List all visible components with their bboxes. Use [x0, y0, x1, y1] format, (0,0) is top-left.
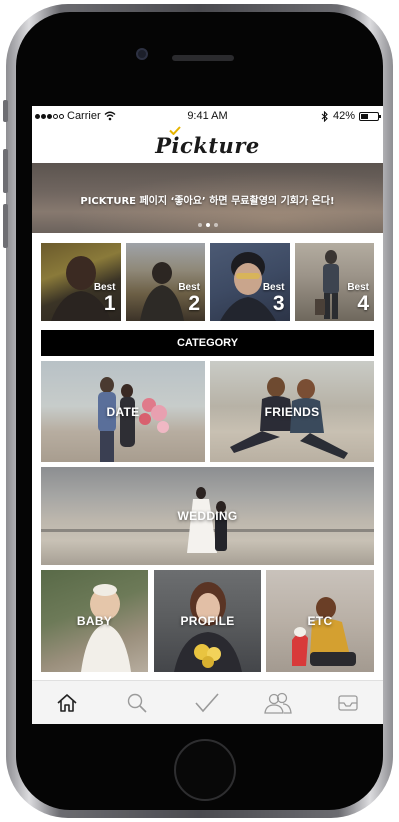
- battery-percent: 42%: [332, 110, 355, 122]
- status-right: 42%: [321, 110, 381, 122]
- tab-bar: [32, 680, 383, 724]
- best-rank: 4: [357, 292, 369, 315]
- category-profile[interactable]: PROFILE: [154, 570, 261, 672]
- page-dot[interactable]: [213, 223, 218, 227]
- category-etc[interactable]: ETC: [266, 570, 374, 672]
- category-baby[interactable]: BABY: [41, 570, 148, 672]
- app-screen: Carrier 9:41 AM 42% Pickture PICKTURE 페이…: [32, 106, 383, 724]
- best-photo-3[interactable]: Best 3: [210, 243, 290, 321]
- earpiece-speaker: [172, 55, 234, 61]
- status-bar: Carrier 9:41 AM 42%: [32, 106, 383, 126]
- battery-icon: [359, 111, 381, 121]
- banner-text: PICKTURE 페이지 ‘좋아요’ 하면 무료촬영의 기회가 온다!: [80, 196, 335, 207]
- category-label: PROFILE: [180, 614, 235, 628]
- volume-down-button: [3, 204, 8, 248]
- promo-banner[interactable]: PICKTURE 페이지 ‘좋아요’ 하면 무료촬영의 기회가 온다!: [32, 163, 383, 233]
- bluetooth-icon: [321, 110, 328, 122]
- best-photo-2[interactable]: Best 2: [125, 243, 205, 321]
- category-label: WEDDING: [177, 509, 238, 523]
- check-icon: [195, 692, 220, 712]
- logo-check-icon: [169, 126, 181, 135]
- mute-switch: [3, 100, 8, 122]
- best-photo-1[interactable]: Best 1: [41, 243, 121, 321]
- best-photo-4[interactable]: Best 4: [294, 243, 374, 321]
- category-label: FRIENDS: [264, 404, 320, 419]
- front-camera: [136, 48, 148, 60]
- category-label: DATE: [106, 404, 140, 419]
- tab-inbox[interactable]: [328, 687, 368, 719]
- category-label: BABY: [76, 614, 113, 628]
- category-wedding[interactable]: WEDDING: [41, 467, 374, 565]
- best-rank: 1: [103, 292, 116, 315]
- home-button[interactable]: [174, 739, 236, 801]
- app-logo[interactable]: Pickture: [155, 126, 260, 158]
- tab-people[interactable]: [258, 687, 298, 719]
- tab-pick[interactable]: [187, 687, 227, 719]
- best-rank: 2: [188, 292, 200, 315]
- tab-home[interactable]: [47, 687, 87, 719]
- device-mockup: Carrier 9:41 AM 42% Pickture PICKTURE 페이…: [0, 0, 399, 822]
- page-dot[interactable]: [205, 223, 210, 227]
- logo-text: Pickture: [155, 133, 260, 158]
- page-dot[interactable]: [197, 223, 202, 227]
- category-friends[interactable]: FRIENDS: [210, 361, 374, 462]
- tab-search[interactable]: [117, 687, 157, 719]
- search-icon: [128, 693, 147, 713]
- app-header: Pickture: [32, 126, 383, 163]
- people-icon: [263, 692, 292, 714]
- best-photos-row: Best 1 Best 2 Best 3 Best 4: [41, 243, 374, 321]
- banner-page-indicator: [32, 223, 383, 227]
- best-rank: 3: [272, 292, 285, 315]
- home-icon: [57, 693, 77, 712]
- volume-up-button: [3, 149, 8, 193]
- category-label: ETC: [307, 614, 333, 628]
- category-header: CATEGORY: [41, 330, 374, 356]
- category-date[interactable]: DATE: [41, 361, 205, 462]
- inbox-icon: [338, 694, 358, 711]
